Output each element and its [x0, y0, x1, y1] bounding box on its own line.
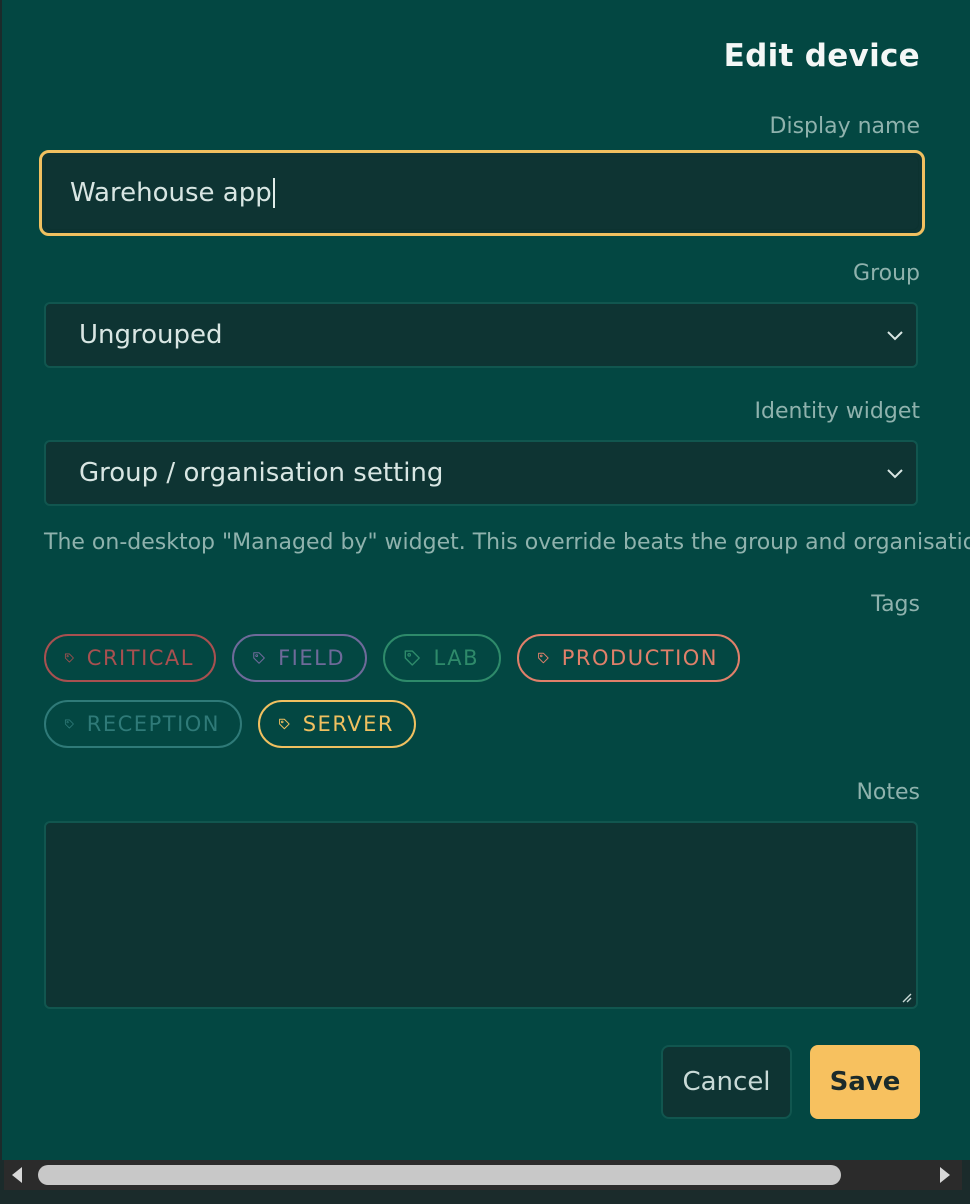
tag-label: SERVER: [302, 712, 394, 736]
identity-widget-select[interactable]: Group / organisation setting: [44, 440, 918, 506]
notes-label: Notes: [856, 780, 920, 805]
group-selected-value: Ungrouped: [79, 320, 223, 350]
tag-icon: [64, 653, 74, 663]
tag-lab[interactable]: LAB: [383, 634, 501, 682]
tag-icon: [404, 650, 420, 666]
tag-production[interactable]: PRODUCTION: [517, 634, 740, 682]
tag-server[interactable]: SERVER: [258, 700, 416, 748]
chevron-down-icon: [887, 469, 903, 479]
group-label: Group: [853, 261, 920, 286]
tags-label: Tags: [871, 592, 920, 617]
resize-handle-icon[interactable]: [900, 991, 912, 1003]
edit-device-dialog: Edit device Display name Warehouse app G…: [2, 0, 970, 1160]
save-button[interactable]: Save: [810, 1045, 920, 1119]
tag-icon: [538, 652, 549, 664]
display-name-input[interactable]: Warehouse app: [39, 150, 925, 236]
tag-reception[interactable]: RECEPTION: [44, 700, 242, 748]
cancel-button[interactable]: Cancel: [661, 1045, 792, 1119]
tag-field[interactable]: FIELD: [232, 634, 367, 682]
dialog-title: Edit device: [723, 38, 920, 74]
tag-icon: [253, 652, 265, 664]
tag-label: LAB: [433, 646, 479, 670]
tag-icon: [64, 719, 74, 729]
notes-textarea[interactable]: [44, 821, 918, 1009]
group-select[interactable]: Ungrouped: [44, 302, 918, 368]
display-name-label: Display name: [769, 114, 920, 139]
tag-label: PRODUCTION: [561, 646, 718, 670]
scrollbar-thumb[interactable]: [38, 1165, 841, 1185]
tag-label: FIELD: [278, 646, 345, 670]
tag-label: CRITICAL: [86, 646, 194, 670]
tag-label: RECEPTION: [86, 712, 220, 736]
scroll-left-arrow-icon[interactable]: [12, 1167, 22, 1183]
identity-widget-selected-value: Group / organisation setting: [79, 458, 444, 488]
chevron-down-icon: [887, 331, 903, 341]
input-focus-inner: [45, 156, 919, 230]
scroll-right-arrow-icon[interactable]: [940, 1167, 950, 1183]
tag-icon: [279, 718, 290, 730]
identity-widget-help: The on-desktop "Managed by" widget. This…: [44, 530, 970, 555]
horizontal-scrollbar[interactable]: [4, 1160, 962, 1190]
identity-widget-label: Identity widget: [754, 399, 920, 424]
tag-critical[interactable]: CRITICAL: [44, 634, 216, 682]
